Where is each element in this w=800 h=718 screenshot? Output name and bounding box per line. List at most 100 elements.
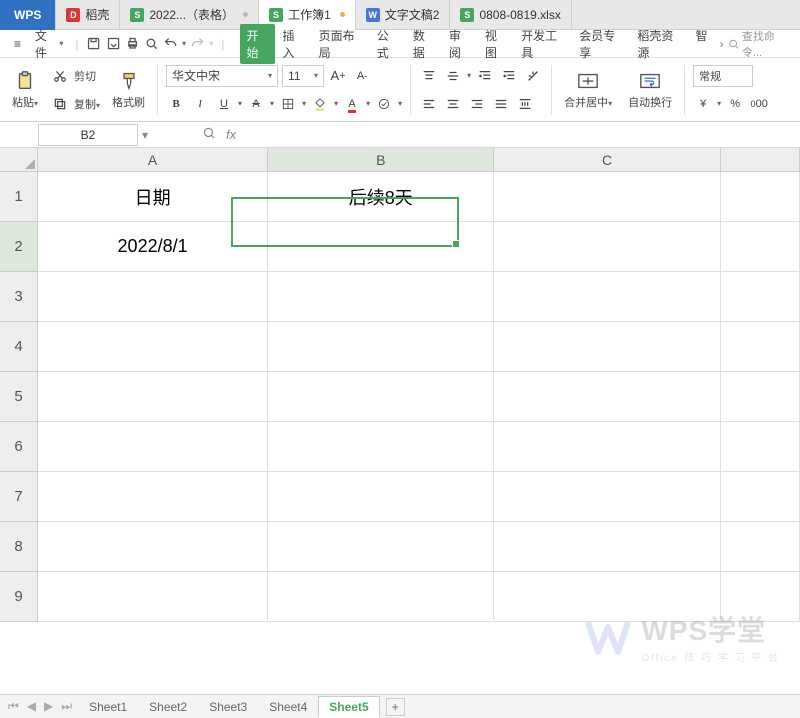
row-header[interactable]: 1 bbox=[0, 172, 37, 222]
align-right-icon[interactable] bbox=[467, 94, 487, 114]
cell[interactable] bbox=[494, 522, 720, 572]
ribbon-tab[interactable]: 视图 bbox=[479, 24, 513, 64]
justify-icon[interactable] bbox=[491, 94, 511, 114]
cell[interactable] bbox=[38, 522, 268, 572]
decrease-font-icon[interactable]: A- bbox=[352, 66, 372, 86]
align-left-icon[interactable] bbox=[419, 94, 439, 114]
cell[interactable] bbox=[721, 572, 800, 622]
ribbon-tab[interactable]: 稻壳资源 bbox=[631, 24, 687, 64]
add-sheet-icon[interactable]: + bbox=[386, 698, 405, 716]
cell[interactable] bbox=[721, 522, 800, 572]
column-header[interactable]: B bbox=[268, 148, 494, 171]
align-center-icon[interactable] bbox=[443, 94, 463, 114]
sheet-tab[interactable]: Sheet4 bbox=[258, 696, 318, 718]
cell[interactable] bbox=[721, 272, 800, 322]
currency-icon[interactable]: ¥ bbox=[693, 94, 713, 114]
cell[interactable] bbox=[38, 472, 268, 522]
cell[interactable] bbox=[494, 572, 720, 622]
sheet-nav-next-icon[interactable]: ▶ bbox=[44, 699, 53, 714]
document-tab[interactable]: S2022...（表格） bbox=[120, 0, 259, 30]
cell[interactable] bbox=[494, 372, 720, 422]
preview-icon[interactable] bbox=[144, 36, 159, 52]
cell[interactable] bbox=[494, 322, 720, 372]
wrap-text-button[interactable]: 自动换行 bbox=[624, 68, 676, 112]
row-header[interactable]: 5 bbox=[0, 372, 37, 422]
ribbon-tab[interactable]: 会员专享 bbox=[573, 24, 629, 64]
row-header[interactable]: 8 bbox=[0, 522, 37, 572]
sheet-tab[interactable]: Sheet1 bbox=[78, 696, 138, 718]
ribbon-tab[interactable]: 数据 bbox=[407, 24, 441, 64]
file-menu[interactable]: 文件▾ bbox=[31, 25, 67, 63]
copy-icon[interactable] bbox=[50, 94, 70, 114]
cell[interactable] bbox=[494, 422, 720, 472]
row-header[interactable]: 9 bbox=[0, 572, 37, 622]
increase-indent-icon[interactable] bbox=[499, 66, 519, 86]
print-icon[interactable] bbox=[125, 36, 140, 52]
fx-icon[interactable]: fx bbox=[226, 127, 236, 142]
align-top-icon[interactable] bbox=[419, 66, 439, 86]
row-header[interactable]: 2 bbox=[0, 222, 37, 272]
number-format-select[interactable]: 常规 bbox=[693, 65, 753, 87]
ribbon-tab[interactable]: 公式 bbox=[371, 24, 405, 64]
cell[interactable] bbox=[494, 472, 720, 522]
cell[interactable] bbox=[268, 322, 494, 372]
cell[interactable] bbox=[38, 422, 268, 472]
cell[interactable] bbox=[268, 372, 494, 422]
menu-icon[interactable]: ≡ bbox=[8, 34, 27, 54]
undo-icon[interactable] bbox=[163, 36, 178, 52]
sheet-nav-last-icon[interactable]: ⏭ bbox=[61, 699, 72, 714]
increase-font-icon[interactable]: A+ bbox=[328, 66, 348, 86]
align-middle-icon[interactable] bbox=[443, 66, 463, 86]
cell[interactable] bbox=[721, 472, 800, 522]
row-header[interactable]: 3 bbox=[0, 272, 37, 322]
cell[interactable] bbox=[38, 322, 268, 372]
sheet-nav-prev-icon[interactable]: ◀ bbox=[27, 699, 36, 714]
redo-icon[interactable] bbox=[190, 36, 205, 52]
comma-icon[interactable]: 000 bbox=[749, 94, 769, 114]
cell[interactable] bbox=[268, 272, 494, 322]
strikethrough-icon[interactable]: A bbox=[246, 94, 266, 114]
cell[interactable] bbox=[494, 172, 720, 222]
ribbon-tab[interactable]: 审阅 bbox=[443, 24, 477, 64]
percent-icon[interactable]: % bbox=[725, 94, 745, 114]
namebox-dropdown-icon[interactable]: ▾ bbox=[138, 128, 152, 142]
row-header[interactable]: 4 bbox=[0, 322, 37, 372]
sheet-tab[interactable]: Sheet5 bbox=[318, 696, 379, 718]
cell[interactable] bbox=[721, 322, 800, 372]
italic-icon[interactable]: I bbox=[190, 94, 210, 114]
cell[interactable] bbox=[721, 372, 800, 422]
cell[interactable] bbox=[268, 522, 494, 572]
ribbon-tab[interactable]: 智 bbox=[690, 24, 714, 64]
row-header[interactable]: 6 bbox=[0, 422, 37, 472]
row-header[interactable]: 7 bbox=[0, 472, 37, 522]
fx-search-icon[interactable] bbox=[202, 126, 216, 143]
column-header[interactable] bbox=[721, 148, 800, 171]
sheet-tab[interactable]: Sheet2 bbox=[138, 696, 198, 718]
underline-icon[interactable]: U bbox=[214, 94, 234, 114]
cell[interactable] bbox=[268, 222, 494, 272]
save-icon[interactable] bbox=[86, 36, 101, 52]
bold-icon[interactable]: B bbox=[166, 94, 186, 114]
cell[interactable] bbox=[38, 372, 268, 422]
column-header[interactable]: C bbox=[494, 148, 720, 171]
merge-center-button[interactable]: 合并居中▾ bbox=[560, 68, 616, 112]
cell[interactable] bbox=[721, 172, 800, 222]
sheet-nav-first-icon[interactable]: ⏮ bbox=[8, 699, 19, 714]
orientation-icon[interactable] bbox=[523, 66, 543, 86]
ribbon-tab[interactable]: 开始 bbox=[240, 24, 274, 64]
save-as-icon[interactable] bbox=[106, 36, 121, 52]
font-color-icon[interactable]: A bbox=[342, 94, 362, 114]
column-header[interactable]: A bbox=[38, 148, 268, 171]
cell[interactable] bbox=[268, 472, 494, 522]
paste-button[interactable]: 粘贴▾ bbox=[8, 68, 42, 112]
effects-icon[interactable] bbox=[374, 94, 394, 114]
name-box[interactable]: B2 bbox=[38, 124, 138, 146]
cell[interactable]: 后续8天 bbox=[268, 172, 494, 222]
distribute-icon[interactable] bbox=[515, 94, 535, 114]
format-painter-button[interactable]: 格式刷 bbox=[108, 68, 149, 112]
font-name-select[interactable]: 华文中宋▾ bbox=[166, 65, 278, 87]
sheet-tab[interactable]: Sheet3 bbox=[198, 696, 258, 718]
select-all-corner[interactable] bbox=[0, 148, 38, 172]
cut-icon[interactable] bbox=[50, 66, 70, 86]
cell[interactable]: 2022/8/1 bbox=[38, 222, 268, 272]
